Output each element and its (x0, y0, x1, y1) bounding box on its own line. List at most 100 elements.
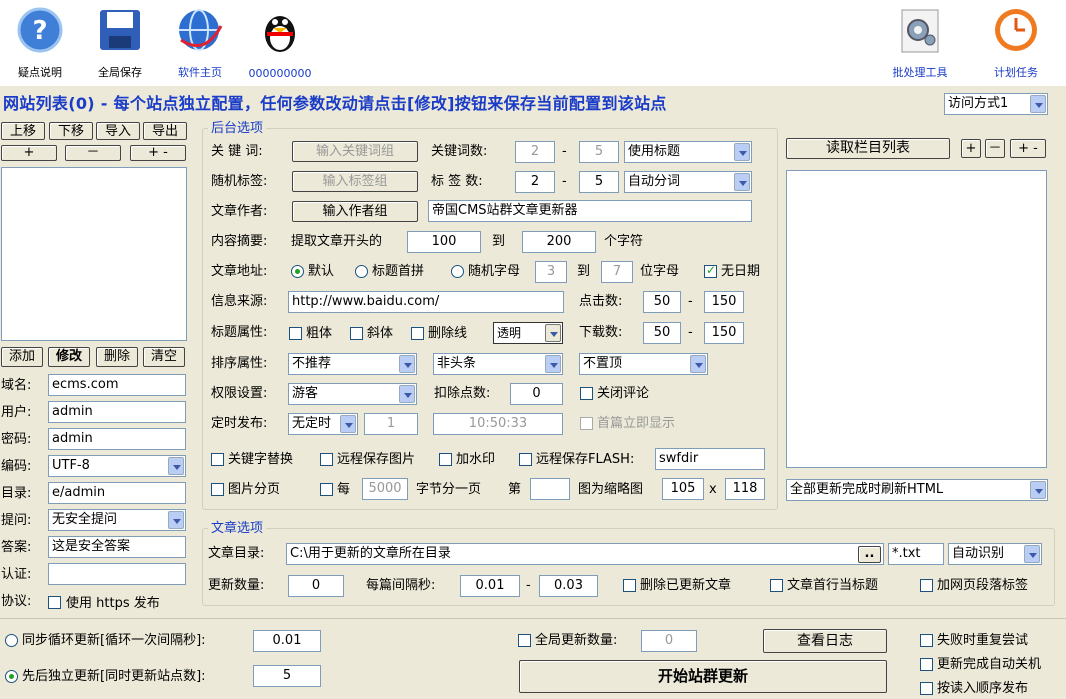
refresh-mode-select[interactable]: 全部更新完成时刷新HTML (786, 479, 1048, 501)
site-plusminus-button[interactable]: + - (130, 145, 186, 161)
image-paging-checkbox[interactable] (211, 483, 224, 496)
random-min-field[interactable]: 3 (535, 261, 567, 283)
access-mode-select[interactable]: 访问方式1 (944, 93, 1048, 115)
update-count-field[interactable]: 0 (288, 575, 344, 597)
batch-tool-button[interactable]: 批处理工具 (880, 2, 960, 84)
file-ext-field[interactable]: *.txt (888, 543, 944, 565)
sync-interval-field[interactable]: 0.01 (253, 630, 321, 652)
sync-update-radio[interactable] (5, 634, 18, 647)
shutdown-checkbox[interactable] (920, 658, 933, 671)
permission-select[interactable]: 游客 (288, 383, 417, 405)
modify-site-button[interactable]: 修改 (48, 347, 90, 367)
column-plusminus-button[interactable]: + - (1010, 139, 1046, 158)
downloads-max-field[interactable]: 150 (704, 322, 744, 344)
add-site-button[interactable]: 添加 (1, 347, 43, 367)
remote-image-checkbox[interactable] (320, 453, 333, 466)
delete-site-button[interactable]: 删除 (96, 347, 138, 367)
input-keywords-button[interactable]: 输入关键词组 (292, 141, 418, 162)
order-checkbox[interactable] (920, 682, 933, 695)
close-comment-checkbox[interactable] (580, 387, 593, 400)
url-pinyin-radio[interactable] (355, 265, 368, 278)
hits-min-field[interactable]: 50 (643, 291, 681, 313)
schedule-button[interactable]: 计划任务 (976, 2, 1056, 84)
strike-checkbox[interactable] (411, 327, 424, 340)
flash-dir-field[interactable]: swfdir (655, 448, 765, 470)
thumb-index-field[interactable] (530, 478, 570, 500)
auth-field[interactable] (48, 563, 186, 585)
export-button[interactable]: 导出 (143, 122, 187, 140)
paging-every-checkbox[interactable] (320, 483, 333, 496)
import-button[interactable]: 导入 (96, 122, 140, 140)
homepage-button[interactable]: 软件主页 (160, 2, 240, 84)
global-count-checkbox[interactable] (518, 634, 531, 647)
hits-max-field[interactable]: 150 (704, 291, 744, 313)
keyword-mode-select[interactable]: 使用标题 (624, 141, 752, 163)
timer-time-field[interactable]: 10:50:33 (433, 413, 563, 435)
domain-field[interactable]: ecms.com (48, 374, 186, 396)
interval-max-field[interactable]: 0.03 (539, 575, 598, 597)
seq-update-radio[interactable] (5, 670, 18, 683)
qq-button[interactable]: 000000000 (240, 2, 320, 84)
add-paragraph-checkbox[interactable] (920, 579, 933, 592)
recommend-select[interactable]: 不推荐 (288, 353, 417, 375)
site-plus-button[interactable]: + (1, 145, 57, 161)
timer-mode-select[interactable]: 无定时 (288, 413, 358, 435)
sticky-select[interactable]: 不置顶 (579, 353, 708, 375)
downloads-min-field[interactable]: 50 (643, 322, 681, 344)
keyword-min-field[interactable]: 2 (515, 141, 555, 163)
read-columns-button[interactable]: 读取栏目列表 (786, 138, 950, 159)
site-minus-button[interactable]: － (65, 145, 121, 161)
keyword-max-field[interactable]: 5 (579, 141, 619, 163)
user-field[interactable]: admin (48, 401, 186, 423)
help-button[interactable]: ? 疑点说明 (0, 2, 80, 84)
https-checkbox[interactable] (48, 596, 61, 609)
column-plus-button[interactable]: + (961, 139, 981, 158)
italic-checkbox[interactable] (350, 327, 363, 340)
title-color-select[interactable]: 透明 (493, 322, 563, 344)
move-down-button[interactable]: 下移 (49, 122, 93, 140)
first-line-title-checkbox[interactable] (770, 579, 783, 592)
headline-select[interactable]: 非头条 (433, 353, 563, 375)
url-default-radio[interactable] (291, 265, 304, 278)
deduct-field[interactable]: 0 (510, 383, 563, 405)
seq-count-field[interactable]: 5 (253, 665, 321, 687)
column-minus-button[interactable]: － (985, 139, 1005, 158)
source-field[interactable]: http://www.baidu.com/ (288, 291, 564, 313)
global-count-field[interactable]: 0 (641, 630, 697, 652)
answer-field[interactable]: 这是安全答案 (48, 536, 186, 558)
question-select[interactable]: 无安全提问 (48, 509, 186, 531)
retry-checkbox[interactable] (920, 634, 933, 647)
thumb-width-field[interactable]: 105 (662, 478, 704, 500)
tag-min-field[interactable]: 2 (515, 171, 555, 193)
watermark-checkbox[interactable] (439, 453, 452, 466)
summary-min-field[interactable]: 100 (407, 231, 481, 253)
save-all-button[interactable]: 全局保存 (80, 2, 160, 84)
url-random-radio[interactable] (451, 265, 464, 278)
remote-flash-checkbox[interactable] (519, 453, 532, 466)
clear-sites-button[interactable]: 清空 (143, 347, 185, 367)
interval-min-field[interactable]: 0.01 (460, 575, 520, 597)
input-author-button[interactable]: 输入作者组 (292, 201, 418, 222)
thumb-height-field[interactable]: 118 (725, 478, 765, 500)
article-dir-field[interactable]: C:\用于更新的文章所在目录 (286, 543, 884, 565)
encoding-detect-select[interactable]: 自动识别 (948, 543, 1042, 565)
no-date-checkbox[interactable] (704, 263, 717, 278)
password-field[interactable]: admin (48, 428, 186, 450)
encoding-select[interactable]: UTF-8 (48, 455, 186, 477)
delete-updated-checkbox[interactable] (623, 579, 636, 592)
dir-field[interactable]: e/admin (48, 482, 186, 504)
view-log-button[interactable]: 查看日志 (763, 629, 887, 653)
random-max-field[interactable]: 7 (601, 261, 633, 283)
author-field[interactable]: 帝国CMS站群文章更新器 (428, 200, 752, 222)
first-now-checkbox[interactable] (580, 417, 593, 430)
input-tags-button[interactable]: 输入标签组 (292, 171, 418, 192)
bold-checkbox[interactable] (289, 327, 302, 340)
keyword-replace-checkbox[interactable] (211, 453, 224, 466)
site-list[interactable] (1, 167, 187, 341)
timer-count-field[interactable]: 1 (364, 413, 418, 435)
tag-mode-select[interactable]: 自动分词 (624, 171, 752, 193)
summary-max-field[interactable]: 200 (522, 231, 596, 253)
tag-max-field[interactable]: 5 (579, 171, 619, 193)
move-up-button[interactable]: 上移 (1, 122, 45, 140)
browse-button[interactable]: .. (858, 546, 881, 563)
